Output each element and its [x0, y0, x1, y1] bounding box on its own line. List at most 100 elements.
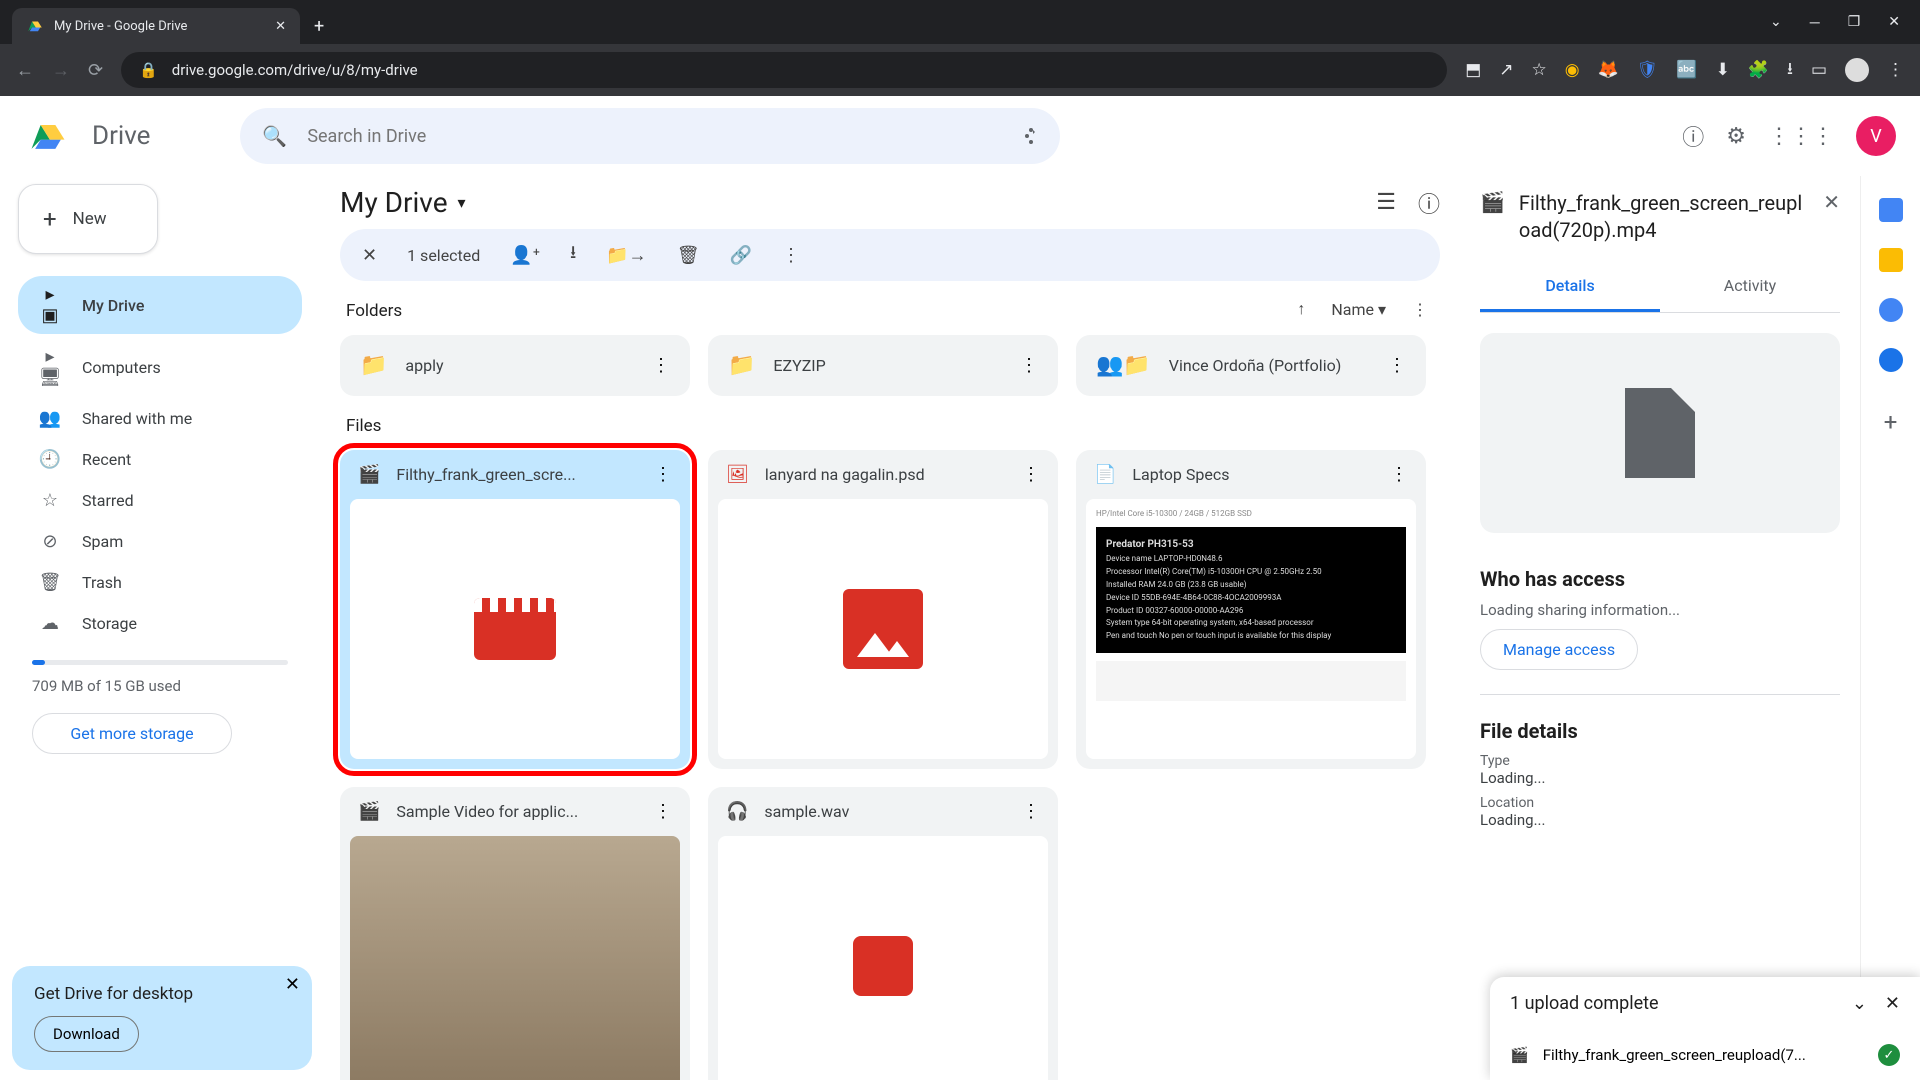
share-person-icon[interactable]: 👤⁺ — [510, 245, 540, 266]
downloads-icon[interactable]: ⭳ — [1787, 56, 1793, 85]
video-icon: 🎬 — [358, 464, 380, 485]
keep-icon[interactable] — [1879, 248, 1903, 272]
sidebar-item-computers[interactable]: ▸ 🖥Computers — [18, 338, 302, 396]
sort-by-button[interactable]: Name ▾ — [1331, 300, 1386, 319]
link-icon[interactable]: 🔗 — [730, 245, 752, 266]
file-more-icon[interactable]: ⋮ — [1022, 801, 1040, 822]
profile-avatar[interactable] — [1845, 58, 1869, 82]
file-more-icon[interactable]: ⋮ — [654, 464, 672, 485]
file-card[interactable]: 🎬 Sample Video for applic... ⋮ — [340, 787, 690, 1080]
extensions-icon[interactable]: 🧩 — [1748, 60, 1769, 80]
folder-card[interactable]: 📁 EZYZIP ⋮ — [708, 335, 1058, 396]
close-tab-icon[interactable]: ✕ — [275, 19, 286, 34]
search-box[interactable]: 🔍 — [240, 108, 1060, 164]
ext3-icon[interactable]: 🛡 — [1637, 60, 1659, 80]
url-text: drive.google.com/drive/u/8/my-drive — [172, 61, 418, 79]
sidebar-item-storage[interactable]: ☁Storage — [18, 605, 302, 642]
download-button[interactable]: Download — [34, 1016, 139, 1052]
browser-tab[interactable]: My Drive - Google Drive ✕ — [12, 8, 300, 44]
folder-more-icon[interactable]: ⋮ — [652, 355, 670, 376]
access-loading: Loading sharing information... — [1480, 601, 1840, 619]
back-icon[interactable]: ← — [16, 60, 34, 81]
ext5-icon[interactable]: ⬇ — [1716, 60, 1730, 80]
list-view-icon[interactable]: ☰ — [1376, 190, 1396, 215]
reading-icon[interactable]: ▭ — [1811, 60, 1827, 80]
reload-icon[interactable]: ⟳ — [88, 60, 103, 81]
sidebar-item-spam[interactable]: ⊘Spam — [18, 523, 302, 560]
share-icon[interactable]: ↗ — [1499, 60, 1513, 80]
ext1-icon[interactable]: ◉ — [1565, 60, 1580, 80]
spam-icon: ⊘ — [38, 531, 62, 552]
contacts-icon[interactable] — [1879, 348, 1903, 372]
folder-card[interactable]: 📁 apply ⋮ — [340, 335, 690, 396]
new-tab-button[interactable]: + — [314, 16, 324, 37]
omnibox[interactable]: 🔒 drive.google.com/drive/u/8/my-drive — [121, 52, 1447, 88]
close-window-icon[interactable]: ✕ — [1888, 14, 1900, 31]
promo-close-icon[interactable]: ✕ — [285, 974, 300, 995]
file-more-icon[interactable]: ⋮ — [1022, 464, 1040, 485]
bookmark-icon[interactable]: ☆ — [1532, 60, 1547, 80]
audio-icon: 🎧 — [726, 801, 748, 822]
help-icon[interactable]: ⓘ — [1682, 120, 1704, 152]
addons-icon[interactable]: + — [1884, 408, 1898, 436]
file-card[interactable]: 📄 Laptop Specs ⋮ HP/Intel Core i5-10300 … — [1076, 450, 1426, 769]
more-actions-icon[interactable]: ⋮ — [782, 245, 800, 266]
computers-icon: ▸ 🖥 — [38, 346, 62, 388]
tab-activity[interactable]: Activity — [1660, 262, 1840, 312]
tab-details[interactable]: Details — [1480, 262, 1660, 312]
details-preview — [1480, 333, 1840, 533]
get-storage-button[interactable]: Get more storage — [32, 713, 232, 754]
maximize-icon[interactable]: ❐ — [1848, 14, 1861, 31]
sidebar-item-my-drive[interactable]: ▸ ▣My Drive — [18, 276, 302, 334]
new-button[interactable]: + New — [18, 184, 158, 254]
sidebar-item-starred[interactable]: ☆Starred — [18, 482, 302, 519]
sort-direction-icon[interactable]: ↑ — [1297, 299, 1305, 319]
delete-icon[interactable]: 🗑 — [677, 245, 700, 266]
promo-title: Get Drive for desktop — [34, 984, 290, 1004]
search-options-icon[interactable] — [1014, 124, 1038, 148]
calendar-icon[interactable] — [1879, 198, 1903, 222]
sidebar-item-recent[interactable]: 🕘Recent — [18, 441, 302, 478]
forward-icon[interactable]: → — [52, 60, 70, 81]
move-icon[interactable]: 📁→ — [606, 245, 646, 266]
account-avatar[interactable]: V — [1856, 116, 1896, 156]
settings-icon[interactable]: ⚙ — [1726, 124, 1746, 149]
tab-search-icon[interactable]: ⌄ — [1770, 14, 1782, 31]
file-card[interactable]: 🎧 sample.wav ⋮ — [708, 787, 1058, 1080]
ext2-icon[interactable]: 🦊 — [1598, 60, 1619, 80]
sort-more-icon[interactable]: ⋮ — [1412, 300, 1428, 319]
image-icon: 🖼 — [726, 464, 749, 485]
tasks-icon[interactable] — [1879, 298, 1903, 322]
folder-more-icon[interactable]: ⋮ — [1388, 355, 1406, 376]
chrome-menu-icon[interactable]: ⋮ — [1887, 60, 1904, 80]
drive-logo-icon[interactable] — [24, 112, 72, 160]
main-content: My Drive ▾ ☰ ⓘ ✕ 1 selected 👤⁺ ⭳ 📁→ 🗑 🔗 … — [320, 176, 1460, 1080]
sidebar-item-trash[interactable]: 🗑Trash — [18, 564, 302, 601]
upload-row[interactable]: 🎬 Filthy_frank_green_screen_reupload(7..… — [1490, 1030, 1920, 1080]
ext4-icon[interactable]: 🔤 — [1676, 60, 1697, 80]
info-icon[interactable]: ⓘ — [1418, 187, 1440, 219]
folder-card[interactable]: 👥📁 Vince Ordoña (Portfolio) ⋮ — [1076, 335, 1426, 396]
sidebar-item-shared[interactable]: 👥Shared with me — [18, 400, 302, 437]
deselect-icon[interactable]: ✕ — [362, 245, 377, 266]
collapse-toast-icon[interactable]: ⌄ — [1852, 993, 1867, 1014]
sidebar: + New ▸ ▣My Drive ▸ 🖥Computers 👥Shared w… — [0, 176, 320, 1080]
cloud-icon: ☁ — [38, 613, 62, 634]
file-card[interactable]: 🖼 lanyard na gagalin.psd ⋮ — [708, 450, 1058, 769]
close-details-icon[interactable]: ✕ — [1823, 190, 1840, 214]
success-icon: ✓ — [1878, 1044, 1900, 1066]
apps-icon[interactable]: ⋮⋮⋮ — [1768, 124, 1834, 149]
file-card[interactable]: 🎬 Filthy_frank_green_scre... ⋮ — [340, 450, 690, 769]
install-icon[interactable]: ⬒ — [1465, 60, 1481, 80]
minimize-icon[interactable]: ─ — [1810, 14, 1820, 31]
breadcrumb[interactable]: My Drive ▾ — [340, 186, 466, 219]
manage-access-button[interactable]: Manage access — [1480, 629, 1638, 670]
sort-controls: ↑ Name ▾ ⋮ — [1297, 299, 1428, 319]
file-more-icon[interactable]: ⋮ — [1390, 464, 1408, 485]
file-more-icon[interactable]: ⋮ — [654, 801, 672, 822]
search-input[interactable] — [307, 126, 994, 147]
download-icon[interactable]: ⭳ — [570, 240, 576, 270]
close-toast-icon[interactable]: ✕ — [1885, 993, 1900, 1014]
image-thumb-icon — [843, 589, 923, 669]
folder-more-icon[interactable]: ⋮ — [1020, 355, 1038, 376]
